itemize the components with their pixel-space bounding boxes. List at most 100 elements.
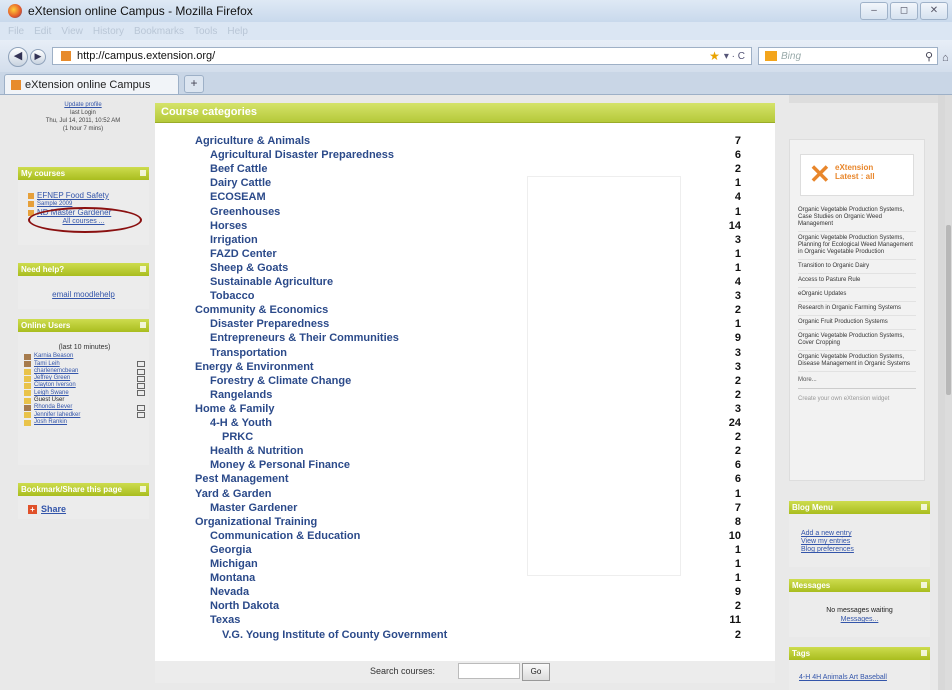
add-entry-link[interactable]: Add a new entry xyxy=(801,530,930,538)
category-link[interactable]: Master Gardener xyxy=(210,502,297,514)
category-link[interactable]: North Dakota xyxy=(210,600,279,612)
category-link[interactable]: Sheep & Goats xyxy=(210,262,288,274)
maximize-button[interactable]: ◻ xyxy=(890,2,918,20)
category-link[interactable]: Irrigation xyxy=(210,234,258,246)
search-courses-input[interactable] xyxy=(458,663,520,679)
message-icon[interactable] xyxy=(137,383,145,390)
new-tab-button[interactable]: + xyxy=(184,75,204,93)
page-scrollbar[interactable] xyxy=(945,95,952,690)
latest-item[interactable]: Research in Organic Farming Systems xyxy=(798,302,916,316)
category-link[interactable]: Nevada xyxy=(210,586,249,598)
category-link[interactable]: Energy & Environment xyxy=(195,361,314,373)
block-toggle-icon[interactable] xyxy=(140,322,146,328)
online-user[interactable]: Jeffrey Green xyxy=(24,375,145,382)
message-icon[interactable] xyxy=(137,361,145,368)
menu-edit[interactable]: Edit xyxy=(34,26,51,37)
address-url[interactable]: http://campus.extension.org/ xyxy=(77,50,215,62)
latest-item[interactable]: Access to Pasture Rule xyxy=(798,274,916,288)
category-link[interactable]: V.G. Young Institute of County Governmen… xyxy=(222,629,447,641)
category-link[interactable]: 4-H & Youth xyxy=(210,417,272,429)
category-link[interactable]: Texas xyxy=(210,614,240,626)
message-icon[interactable] xyxy=(137,375,145,382)
category-link[interactable]: Organizational Training xyxy=(195,516,317,528)
category-link[interactable]: PRKC xyxy=(222,431,253,443)
menu-view[interactable]: View xyxy=(61,26,83,37)
category-link[interactable]: Community & Economics xyxy=(195,304,328,316)
category-link[interactable]: Beef Cattle xyxy=(210,163,267,175)
category-link[interactable]: FAZD Center xyxy=(210,248,277,260)
latest-item[interactable]: Transition to Organic Dairy xyxy=(798,260,916,274)
message-icon[interactable] xyxy=(137,412,145,419)
category-link[interactable]: Greenhouses xyxy=(210,206,280,218)
search-go-button[interactable]: Go xyxy=(522,663,550,681)
messages-link[interactable]: Messages... xyxy=(789,615,930,624)
latest-item[interactable]: Organic Fruit Production Systems xyxy=(798,316,916,330)
email-moodlehelp-link[interactable]: email moodlehelp xyxy=(52,290,115,299)
view-entries-link[interactable]: View my entries xyxy=(801,538,930,546)
block-toggle-icon[interactable] xyxy=(140,266,146,272)
category-link[interactable]: Agriculture & Animals xyxy=(195,135,310,147)
online-user[interactable]: Josh Rankin xyxy=(24,419,145,426)
category-link[interactable]: Disaster Preparedness xyxy=(210,318,329,330)
search-box[interactable]: Bing ⚲ xyxy=(758,47,938,65)
block-toggle-icon[interactable] xyxy=(921,504,927,510)
bookmark-star-icon[interactable]: ★ xyxy=(709,49,720,63)
menu-history[interactable]: History xyxy=(93,26,124,37)
online-user[interactable]: charlenemcbean xyxy=(24,368,145,375)
inner-scrollbar[interactable] xyxy=(938,95,945,690)
category-link[interactable]: Entrepreneurs & Their Communities xyxy=(210,332,399,344)
address-bar[interactable]: http://campus.extension.org/ ★ ▾ · C xyxy=(52,47,752,65)
message-icon[interactable] xyxy=(137,405,145,412)
search-engine-icon[interactable] xyxy=(765,51,777,61)
message-icon[interactable] xyxy=(137,368,145,375)
online-user[interactable]: Jennifer Iahedker xyxy=(24,412,145,419)
online-user[interactable]: Tami Leih xyxy=(24,361,145,368)
menu-tools[interactable]: Tools xyxy=(194,26,217,37)
category-link[interactable]: Pest Management xyxy=(195,473,289,485)
search-icon[interactable]: ⚲ xyxy=(925,50,933,63)
block-toggle-icon[interactable] xyxy=(140,170,146,176)
forward-icon[interactable]: ▶ xyxy=(30,49,46,65)
tab-extension-campus[interactable]: eXtension online Campus xyxy=(4,74,179,94)
back-icon[interactable]: ◀ xyxy=(8,47,28,67)
category-link[interactable]: Yard & Garden xyxy=(195,488,271,500)
category-link[interactable]: Sustainable Agriculture xyxy=(210,276,333,288)
category-link[interactable]: Dairy Cattle xyxy=(210,177,271,189)
latest-more-link[interactable]: More... xyxy=(798,372,916,389)
scrollbar-thumb[interactable] xyxy=(946,225,951,395)
category-link[interactable]: ECOSEAM xyxy=(210,191,266,203)
menu-bookmarks[interactable]: Bookmarks xyxy=(134,26,184,37)
category-link[interactable]: Home & Family xyxy=(195,403,274,415)
latest-item[interactable]: eOrganic Updates xyxy=(798,288,916,302)
category-link[interactable]: Montana xyxy=(210,572,255,584)
category-link[interactable]: Health & Nutrition xyxy=(210,445,304,457)
close-button[interactable]: ✕ xyxy=(920,2,948,20)
tag-cloud[interactable]: 4-H 4H Animals Art Baseball xyxy=(799,674,887,681)
block-toggle-icon[interactable] xyxy=(140,486,146,492)
category-link[interactable]: Michigan xyxy=(210,558,258,570)
latest-item[interactable]: Organic Vegetable Production Systems, Di… xyxy=(798,351,916,372)
online-user[interactable]: Rhonda Bever xyxy=(24,404,145,412)
category-link[interactable]: Horses xyxy=(210,220,247,232)
update-profile-link[interactable]: Update profile xyxy=(18,101,148,109)
category-link[interactable]: Communication & Education xyxy=(210,530,360,542)
minimize-button[interactable]: – xyxy=(860,2,888,20)
latest-item[interactable]: Organic Vegetable Production Systems, Pl… xyxy=(798,232,916,260)
category-link[interactable]: Transportation xyxy=(210,347,287,359)
category-link[interactable]: Rangelands xyxy=(210,389,272,401)
create-widget-link[interactable]: Create your own eXtension widget xyxy=(798,389,916,410)
category-link[interactable]: Forestry & Climate Change xyxy=(210,375,351,387)
reload-icon[interactable]: ▾ · C xyxy=(724,51,745,62)
online-user[interactable]: Clayton Iverson xyxy=(24,382,145,390)
latest-item[interactable]: Organic Vegetable Production Systems, Ca… xyxy=(798,204,916,232)
course-item[interactable]: EFNEP Food Safety xyxy=(28,190,149,201)
block-toggle-icon[interactable] xyxy=(921,650,927,656)
category-link[interactable]: Tobacco xyxy=(210,290,254,302)
message-icon[interactable] xyxy=(137,390,145,397)
home-icon[interactable]: ⌂ xyxy=(942,52,949,64)
blog-preferences-link[interactable]: Blog preferences xyxy=(801,546,930,554)
category-link[interactable]: Agricultural Disaster Preparedness xyxy=(210,149,394,161)
category-link[interactable]: Georgia xyxy=(210,544,252,556)
online-user[interactable]: Karnia Beason xyxy=(24,353,145,360)
block-toggle-icon[interactable] xyxy=(921,582,927,588)
